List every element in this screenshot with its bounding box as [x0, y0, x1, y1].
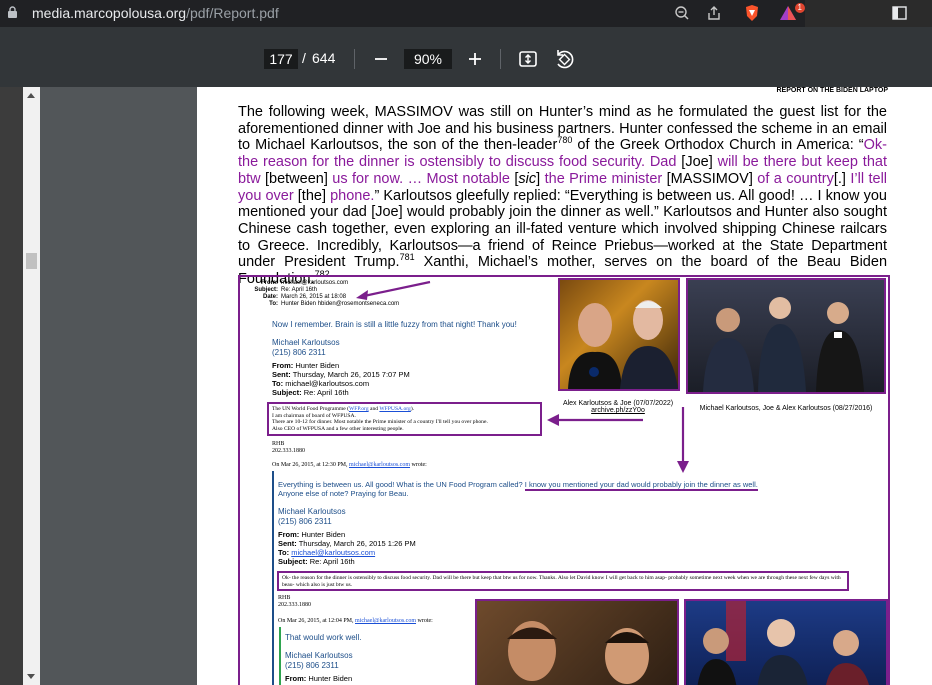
- annotation-arrow-icon: [547, 414, 643, 426]
- scrollbar-thumb[interactable]: [26, 253, 37, 269]
- rhb-signature: RHB 202.333.1880: [278, 595, 311, 608]
- fit-to-page-icon: [519, 51, 537, 67]
- viewer-background: [40, 87, 197, 685]
- page-total: 644: [312, 50, 336, 66]
- pdf-toolbar: 177 / 644 90%: [0, 27, 932, 87]
- paragraph-text: [the]: [293, 187, 331, 204]
- photo-caption: Alex Karloutsos & Joe (07/07/2022) archi…: [562, 400, 674, 414]
- photo-caption: Michael Karloutsos, Joe & Alex Karloutso…: [699, 405, 873, 412]
- wrote-line: On Mar 26, 2015, at 12:30 PM, michael@ka…: [272, 462, 427, 468]
- notification-badge: 1: [794, 3, 805, 13]
- rotate-icon: [557, 50, 574, 69]
- url-field[interactable]: media.marcopolousa.org/pdf/Report.pdf: [32, 5, 279, 21]
- body-paragraph: The following week, MASSIMOV was still o…: [238, 104, 887, 288]
- zoom-level-input[interactable]: 90%: [404, 49, 452, 69]
- signature: Michael Karloutsos (215) 806 2311: [285, 651, 353, 670]
- divider: [354, 49, 355, 69]
- zoom-out-icon[interactable]: [671, 3, 693, 23]
- photo-group-1: [475, 599, 679, 685]
- quoted-header: From: Hunter Biden Sent: Thursday, March…: [278, 530, 416, 566]
- quoted-email-text: the Prime minister: [544, 170, 663, 187]
- brave-shield-icon[interactable]: [741, 3, 763, 23]
- reply-text: That would work well.: [285, 633, 362, 642]
- page-number-input[interactable]: 177: [264, 49, 298, 69]
- quoted-email-text: us for now. … Most notable: [332, 170, 510, 187]
- quoted-email-text: phone.: [330, 187, 375, 204]
- rhb-signature: RHB 202.333.1880: [272, 441, 305, 454]
- paragraph-text: [MASSIMOV]: [662, 170, 758, 187]
- photo-group-2: [684, 599, 888, 685]
- paragraph-text: [.]: [833, 170, 851, 187]
- paragraph-text: of the Greek Orthodox Church in America:…: [572, 137, 864, 154]
- zoom-in-button[interactable]: [463, 47, 487, 71]
- vertical-scrollbar[interactable]: [23, 87, 40, 685]
- reply-text: Now I remember. Brain is still a little …: [272, 320, 517, 329]
- signature: Michael Karloutsos (215) 806 2311: [272, 338, 340, 357]
- quoted-header: From: Hunter Biden: [285, 674, 353, 683]
- running-header: REPORT ON THE BIDEN LAPTOP: [776, 87, 889, 94]
- reply-text: Everything is between us. All good! What…: [278, 480, 758, 498]
- email-exhibit: From: michael@karloutsos.com Subject: Re: …: [238, 275, 890, 685]
- paragraph-text: [between]: [260, 170, 333, 187]
- toolbar-right-area: [805, 0, 932, 27]
- browser-address-bar: media.marcopolousa.org/pdf/Report.pdf 1: [0, 0, 932, 27]
- page-separator: /: [302, 50, 306, 66]
- signature: Michael Karloutsos (215) 806 2311: [278, 507, 346, 526]
- zoom-out-button[interactable]: [369, 47, 393, 71]
- annotation-arrow-icon: [677, 407, 689, 473]
- paragraph-text: sic: [518, 170, 537, 187]
- pdf-page: REPORT ON THE BIDEN LAPTOP The following…: [197, 87, 932, 685]
- fit-page-button[interactable]: [516, 47, 540, 71]
- highlighted-email-text: The UN World Food Programme (WFP.org and…: [267, 402, 542, 436]
- plus-icon: [469, 53, 481, 65]
- viewer-margin: [0, 87, 23, 685]
- minus-icon: [375, 58, 387, 60]
- quote-bar: [279, 627, 281, 685]
- quoted-email-text: of a country: [757, 170, 834, 187]
- scroll-up-arrow-icon[interactable]: [27, 93, 35, 98]
- quoted-header: From: Hunter Biden Sent: Thursday, March…: [272, 361, 410, 397]
- paragraph-text: ]: [536, 170, 545, 187]
- divider: [500, 49, 501, 69]
- sidebar-toggle-icon[interactable]: [888, 3, 910, 23]
- quote-bar: [272, 471, 274, 685]
- footnote-ref: 781: [399, 252, 415, 263]
- annotation-arrow-icon: [356, 280, 431, 300]
- brave-rewards-icon[interactable]: 1: [777, 3, 805, 23]
- photo-michael-joe-alex-karloutsos: [686, 278, 886, 394]
- paragraph-text: [Joe]: [676, 154, 718, 171]
- highlighted-email-text: Ok- the reason for the dinner is ostensi…: [277, 571, 849, 591]
- lock-icon: [8, 6, 17, 18]
- rotate-button[interactable]: [552, 47, 576, 71]
- scroll-down-arrow-icon[interactable]: [27, 674, 35, 679]
- share-icon[interactable]: [703, 3, 725, 23]
- footnote-ref: 780: [557, 135, 573, 146]
- photo-alex-karloutsos-and-joe: [558, 278, 680, 391]
- wrote-line: On Mar 26, 2015, at 12:04 PM, michael@ka…: [278, 618, 433, 624]
